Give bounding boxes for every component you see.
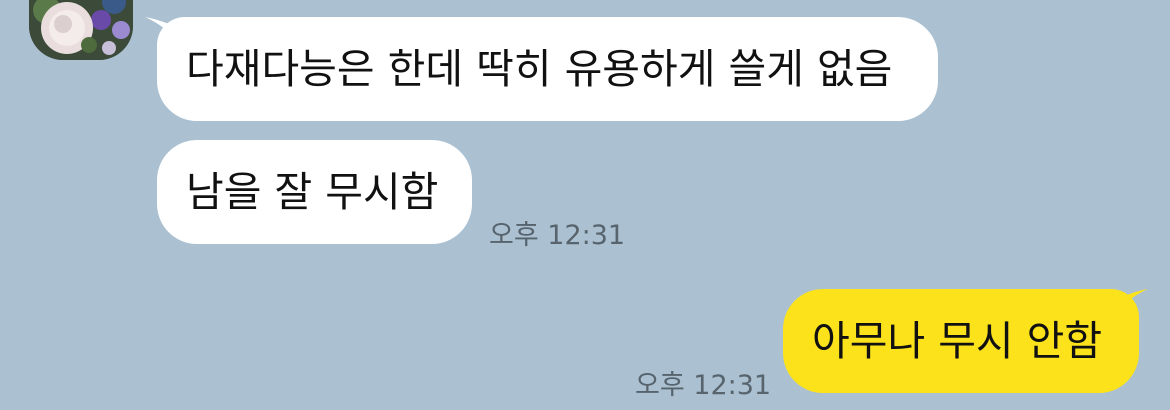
message-timestamp: 오후 12:31 [635, 370, 772, 401]
message-timestamp: 오후 12:31 [489, 220, 626, 251]
message-text: 남을 잘 무시함 [186, 167, 439, 216]
flower-bouquet-avatar-icon [29, 0, 133, 60]
received-message-bubble[interactable]: 다재다능은 한데 딱히 유용하게 쓸게 없음 [157, 17, 938, 121]
message-text: 다재다능은 한데 딱히 유용하게 쓸게 없음 [186, 44, 893, 93]
sender-avatar[interactable] [29, 0, 133, 60]
message-text: 아무나 무시 안함 [812, 316, 1103, 365]
received-message-bubble[interactable]: 남을 잘 무시함 [157, 140, 472, 244]
sent-message-bubble[interactable]: 아무나 무시 안함 [783, 289, 1139, 393]
